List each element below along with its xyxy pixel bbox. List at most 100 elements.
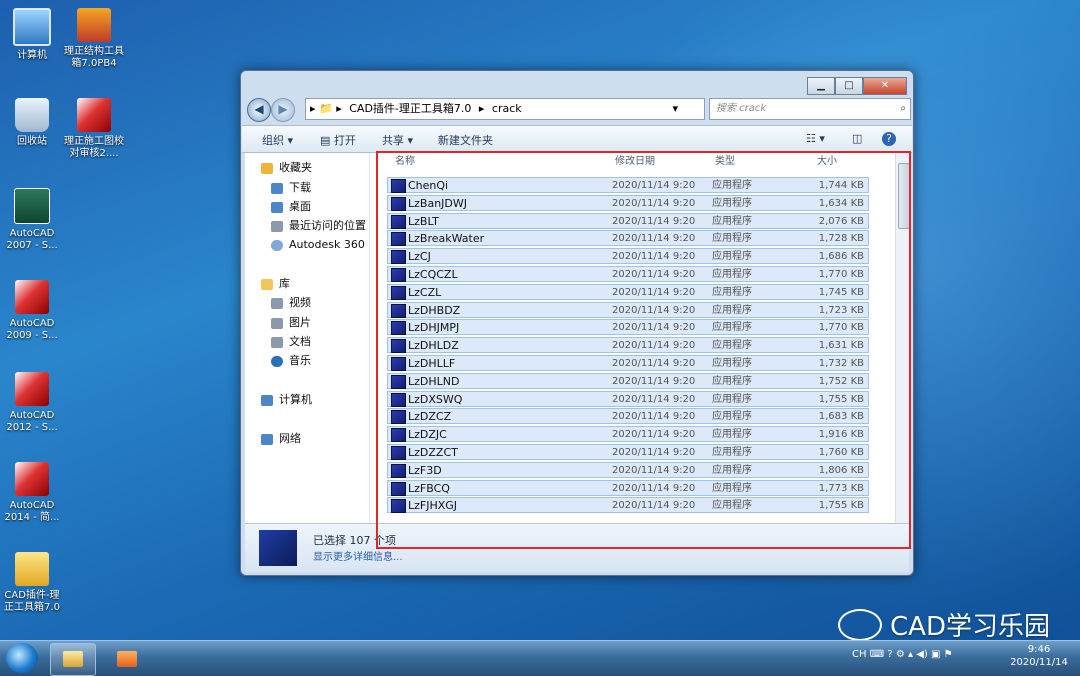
minimize-button[interactable]: ▁ (807, 77, 835, 95)
desktop-icon-label: 理正结构工具箱7.0PB4 (64, 46, 124, 69)
maximize-button[interactable]: □ (835, 77, 863, 95)
media-player-icon (117, 651, 137, 667)
music-icon (271, 355, 283, 367)
nav-item-recent[interactable]: 最近访问的位置 (271, 217, 366, 235)
back-button[interactable]: ◀ (247, 98, 271, 122)
organize-button[interactable]: 组织 ▾ (262, 132, 293, 148)
nav-label: Autodesk 360 (289, 238, 365, 251)
help-icon[interactable]: ? (882, 132, 896, 146)
nav-label: 下载 (289, 181, 311, 194)
ime-indicator[interactable]: CH (852, 649, 867, 660)
nav-label: 文档 (289, 335, 311, 348)
search-input[interactable]: 搜索 crack ⌕ (709, 98, 911, 120)
star-icon (261, 162, 273, 174)
recent-places-icon (271, 220, 283, 232)
taskbar: CH ⌨ ? ⚙ ▴ ◀) ▣ ⚑ 9:46 2020/11/14 (0, 640, 1080, 676)
watermark-text: CAD学习乐园 (890, 612, 1050, 642)
share-button[interactable]: 共享 ▾ (382, 132, 413, 148)
nav-label: 网络 (279, 432, 301, 445)
nav-item-desktop[interactable]: 桌面 (271, 198, 311, 216)
breadcrumb-item[interactable]: crack (492, 102, 522, 115)
review-app-icon (77, 98, 111, 132)
desktop-icon-label: 理正施工图校对审核2.... (64, 136, 124, 159)
autocad-icon (15, 372, 49, 406)
desktop-icon-label: CAD插件-理正工具箱7.0 (4, 590, 60, 613)
nav-label: 收藏夹 (279, 161, 312, 174)
taskbar-explorer-button[interactable] (50, 643, 96, 676)
desktop-icon-toolbox[interactable]: 理正结构工具箱7.0PB4 (62, 8, 126, 70)
computer-icon (261, 394, 273, 406)
nav-item-documents[interactable]: 文档 (271, 333, 311, 351)
address-bar[interactable]: ▸ 📁 ▸ CAD插件-理正工具箱7.0 ▸ crack ▾ ⟳ (305, 98, 753, 120)
desktop-icon-cad-plugin-folder[interactable]: CAD插件-理正工具箱7.0 (0, 552, 64, 614)
nav-label: 音乐 (289, 354, 311, 367)
desktop-icon (271, 201, 283, 213)
preview-pane-icon[interactable]: ◫ (852, 132, 862, 145)
nav-label: 最近访问的位置 (289, 219, 366, 232)
nav-item-libraries[interactable]: 库 (261, 275, 290, 293)
nav-item-network[interactable]: 网络 (261, 430, 301, 448)
chevron-down-icon[interactable]: ▾ (672, 99, 678, 119)
desktop-icon-label: 计算机 (17, 50, 47, 61)
folder-icon (15, 552, 49, 586)
nav-label: 计算机 (279, 393, 312, 406)
desktop-icon-computer[interactable]: 计算机 (0, 8, 64, 62)
settings-icon[interactable]: ⚙ (896, 649, 905, 660)
library-icon (261, 278, 273, 290)
forward-button[interactable]: ▶ (271, 98, 295, 122)
new-folder-button[interactable]: 新建文件夹 (438, 132, 493, 148)
desktop-icon-autocad-2014[interactable]: AutoCAD 2014 - 简... (0, 462, 64, 524)
close-button[interactable]: ✕ (863, 77, 907, 95)
desktop-icon-review-app[interactable]: 理正施工图校对审核2.... (62, 98, 126, 160)
open-icon: ▤ (320, 134, 331, 147)
open-button[interactable]: ▤ 打开 (320, 132, 356, 148)
navigation-pane: 收藏夹 下载 桌面 最近访问的位置 Autodesk 360 库 视频 图片 文… (245, 153, 370, 523)
chevron-up-icon[interactable]: ▴ (908, 649, 913, 660)
toolbox-icon (77, 8, 111, 42)
nav-item-videos[interactable]: 视频 (271, 294, 311, 312)
start-button[interactable] (6, 643, 38, 673)
downloads-icon (271, 182, 283, 194)
computer-icon (13, 8, 51, 46)
network-icon (261, 433, 273, 445)
autocad-icon (15, 280, 49, 314)
clock[interactable]: 9:46 2020/11/14 (1004, 643, 1074, 669)
taskbar-media-button[interactable] (104, 643, 150, 676)
nav-item-downloads[interactable]: 下载 (271, 179, 311, 197)
view-options-icon[interactable]: ☷ ▾ (806, 132, 825, 145)
folder-icon: ▸ 📁 ▸ (310, 102, 342, 115)
recycle-bin-icon (15, 98, 49, 132)
desktop-icon-label: AutoCAD 2009 - S... (6, 318, 58, 341)
breadcrumb-item[interactable]: CAD插件-理正工具箱7.0 (349, 102, 471, 115)
nav-item-music[interactable]: 音乐 (271, 352, 311, 370)
desktop-icon-autocad-2009[interactable]: AutoCAD 2009 - S... (0, 280, 64, 342)
desktop-icon-autocad-2012[interactable]: AutoCAD 2012 - S... (0, 372, 64, 434)
desktop-icon-label: AutoCAD 2012 - S... (6, 410, 58, 433)
keyboard-icon[interactable]: ⌨ (870, 649, 884, 660)
clock-date: 2020/11/14 (1010, 657, 1068, 668)
video-icon (271, 297, 283, 309)
folder-icon (63, 651, 83, 667)
documents-icon (271, 336, 283, 348)
address-bar-row: ◀ ▶ ▸ 📁 ▸ CAD插件-理正工具箱7.0 ▸ crack ▾ ⟳ 搜索 … (247, 97, 911, 122)
action-center-icon[interactable]: ⚑ (944, 649, 953, 660)
open-label: 打开 (333, 134, 356, 147)
autocad-icon (14, 188, 50, 224)
nav-item-computer[interactable]: 计算机 (261, 391, 312, 409)
desktop-icon-autocad-2007[interactable]: AutoCAD 2007 - S... (0, 188, 64, 252)
search-placeholder: 搜索 crack (716, 103, 767, 114)
show-more-details-link[interactable]: 显示更多详细信息... (313, 548, 403, 563)
help-icon[interactable]: ? (887, 649, 892, 660)
system-tray: CH ⌨ ? ⚙ ▴ ◀) ▣ ⚑ (852, 649, 953, 660)
pictures-icon (271, 317, 283, 329)
nav-item-pictures[interactable]: 图片 (271, 314, 311, 332)
search-icon[interactable]: ⌕ (900, 99, 906, 119)
watermark: CAD学习乐园 (838, 606, 1050, 643)
volume-icon[interactable]: ◀) (916, 649, 928, 660)
network-status-icon[interactable]: ▣ (931, 649, 940, 660)
desktop-icon-recycle-bin[interactable]: 回收站 (0, 98, 64, 148)
nav-item-favorites[interactable]: 收藏夹 (261, 159, 312, 177)
caption-buttons: ▁ □ ✕ (807, 77, 907, 95)
desktop-icon-label: AutoCAD 2014 - 简... (4, 500, 60, 523)
nav-item-autodesk-360[interactable]: Autodesk 360 (271, 236, 365, 254)
